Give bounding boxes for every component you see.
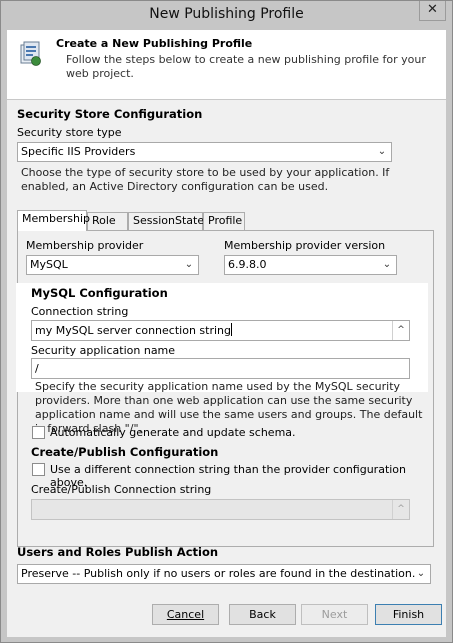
users-roles-action-value: Preserve -- Publish only if no users or … [21, 567, 416, 580]
tab-membership[interactable]: Membership [17, 210, 90, 231]
dialog-window: New Publishing Profile ✕ Create a New Pu… [0, 0, 453, 643]
tab-role[interactable]: Role [87, 212, 128, 230]
provider-version-select[interactable]: 6.9.8.0 ⌄ [224, 255, 397, 275]
chevron-down-icon: ⌄ [382, 259, 392, 270]
users-roles-title: Users and Roles Publish Action [17, 545, 219, 559]
back-label: Back [249, 608, 276, 621]
create-publish-title: Create/Publish Configuration [31, 445, 219, 459]
mysql-config-title: MySQL Configuration [31, 286, 168, 300]
close-button[interactable]: ✕ [419, 1, 446, 21]
create-publish-conn-input[interactable]: ^ [31, 499, 410, 520]
users-roles-action-select[interactable]: Preserve -- Publish only if no users or … [17, 564, 431, 584]
tab-sessionstate[interactable]: SessionState [128, 212, 205, 230]
next-button[interactable]: Next [301, 604, 368, 625]
tab-label: SessionState [133, 214, 205, 227]
security-app-name-label: Security application name [31, 344, 176, 357]
auto-schema-label: Automatically generate and update schema… [50, 426, 296, 439]
provider-version-label: Membership provider version [224, 239, 386, 252]
cancel-button[interactable]: Cancel [152, 604, 219, 625]
tab-profile[interactable]: Profile [203, 212, 245, 230]
create-publish-conn-label: Create/Publish Connection string [31, 483, 212, 496]
tab-label: Profile [208, 214, 243, 227]
connection-string-value: my MySQL server connection string [35, 324, 231, 337]
provider-version-value: 6.9.8.0 [228, 258, 267, 271]
security-app-name-value: / [35, 362, 39, 375]
dialog-body: Create a New Publishing Profile Follow t… [7, 30, 446, 637]
header-description: Follow the steps below to create a new p… [66, 53, 426, 80]
header-title: Create a New Publishing Profile [56, 37, 253, 50]
cancel-label: Cancel [166, 608, 205, 621]
finish-label: Finish [392, 608, 425, 621]
tab-label: Role [92, 214, 116, 227]
text-caret [231, 323, 232, 336]
finish-button[interactable]: Finish [375, 604, 442, 625]
auto-schema-checkbox[interactable] [32, 426, 45, 439]
chevron-up-icon: ^ [392, 500, 409, 519]
wizard-header: Create a New Publishing Profile Follow t… [7, 30, 446, 100]
back-button[interactable]: Back [229, 604, 296, 625]
chevron-down-icon: ⌄ [377, 146, 387, 157]
security-store-type-select[interactable]: Specific IIS Providers ⌄ [17, 142, 392, 162]
window-title: New Publishing Profile [149, 6, 304, 22]
publish-profile-icon [20, 41, 41, 66]
chevron-down-icon: ⌄ [416, 568, 426, 579]
security-store-type-value: Specific IIS Providers [21, 145, 136, 158]
next-label: Next [321, 608, 348, 621]
membership-provider-select[interactable]: MySQL ⌄ [26, 255, 199, 275]
chevron-down-icon: ⌄ [184, 259, 194, 270]
tab-label: Membership [22, 212, 90, 225]
connection-string-label: Connection string [31, 305, 129, 318]
security-app-name-input[interactable]: / [31, 358, 410, 379]
membership-provider-value: MySQL [30, 258, 68, 271]
title-bar: New Publishing Profile ✕ [1, 1, 452, 30]
security-store-description: Choose the type of security store to be … [21, 166, 390, 193]
security-store-title: Security Store Configuration [17, 107, 203, 121]
chevron-up-icon[interactable]: ^ [392, 321, 409, 340]
close-icon: ✕ [427, 2, 438, 17]
security-store-type-label: Security store type [17, 126, 122, 139]
membership-provider-label: Membership provider [26, 239, 144, 252]
connection-string-input[interactable]: my MySQL server connection string ^ [31, 320, 410, 341]
different-connection-checkbox[interactable] [32, 463, 45, 476]
